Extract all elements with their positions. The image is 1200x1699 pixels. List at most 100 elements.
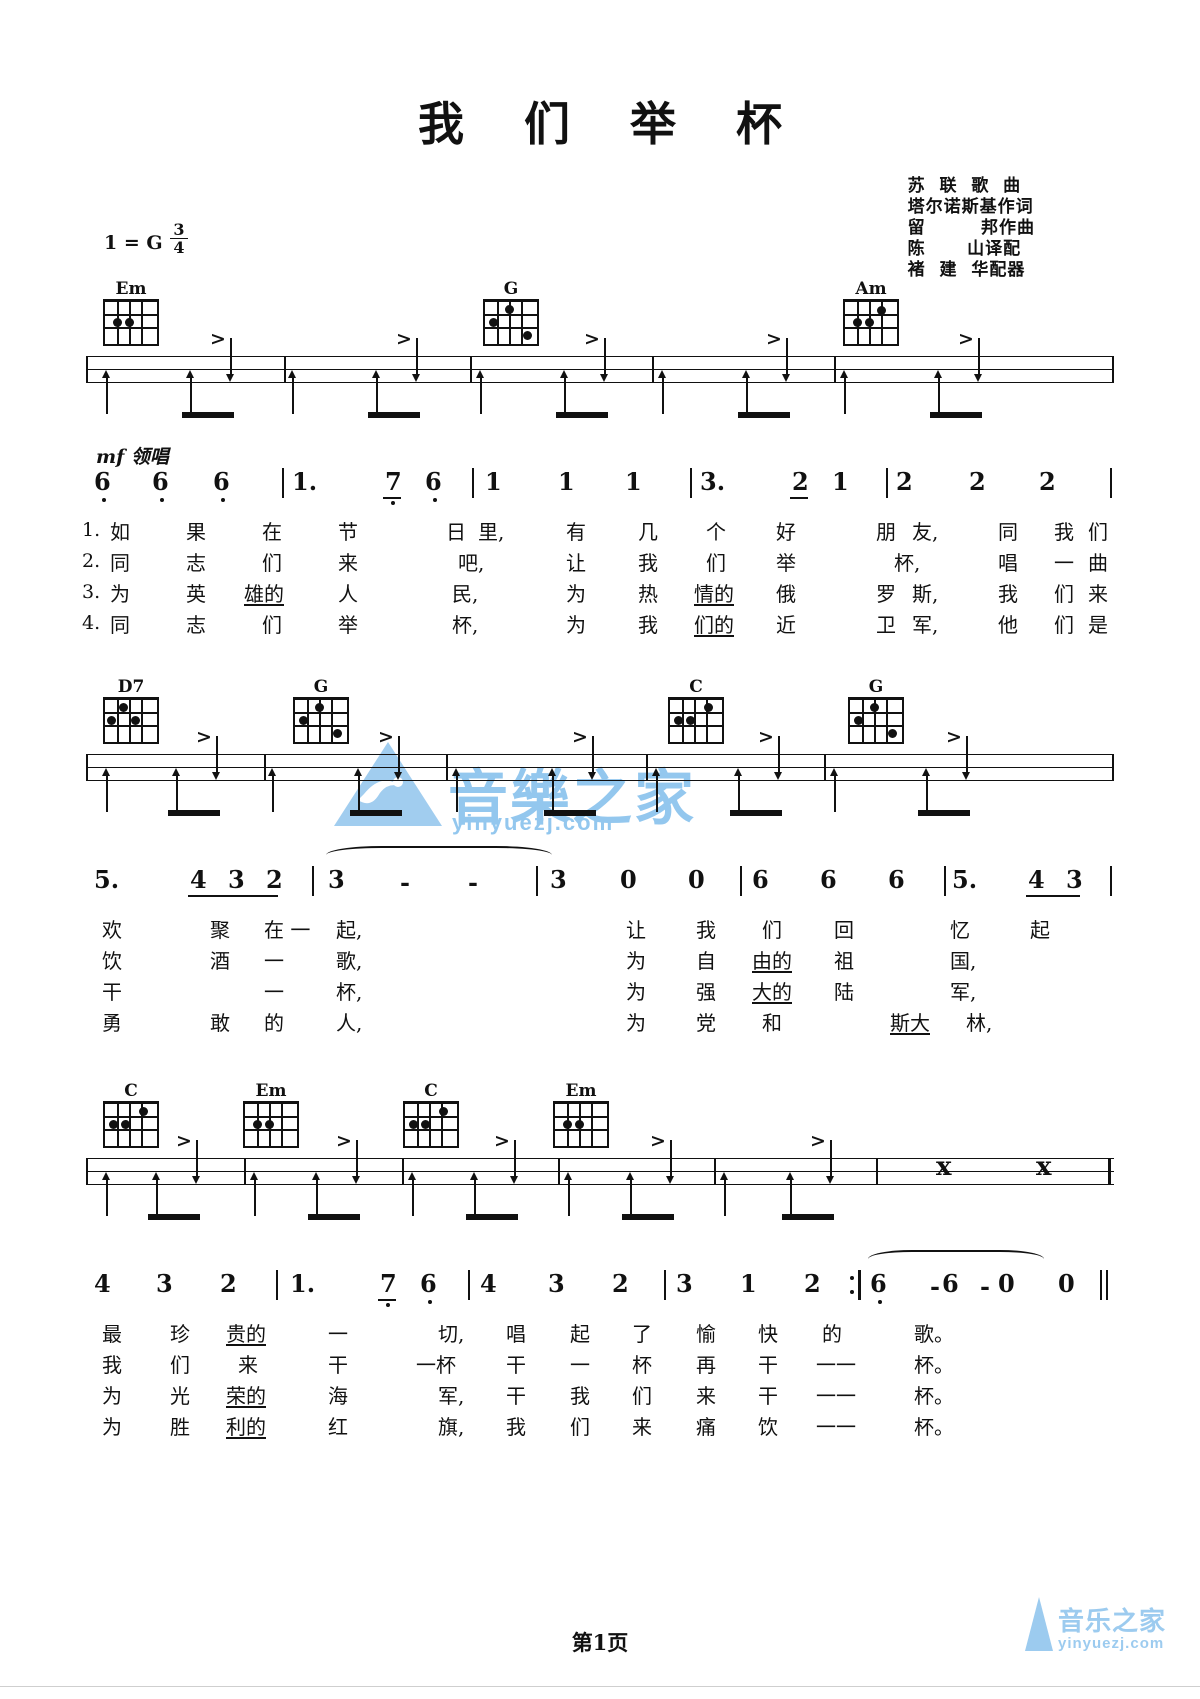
fretboard-grid	[103, 299, 159, 346]
jianpu-note: 4	[190, 865, 207, 894]
tab-staff-1: > > > > >	[86, 330, 1114, 418]
chord-label: G	[868, 677, 884, 697]
jianpu-note: 3	[1066, 865, 1083, 894]
chord-diagram-d7: D7	[100, 678, 162, 744]
lyric-line: 为 胜 利的 红 旗, 我 们 来 痛 饮 一一 杯。	[102, 1415, 954, 1439]
jianpu-row-3: 4 3 2 1. 7 6 4 3 2 3 1 2 6 - - 6 0 0	[86, 1250, 1114, 1307]
jianpu-row-1: 6 6 6 1. 7 6 1 1 1 3. 2 1 2 2 2	[86, 467, 1114, 505]
jianpu-note: 3	[550, 865, 567, 894]
jianpu-note: 2	[804, 1269, 821, 1298]
jianpu-note: 6	[820, 865, 837, 894]
chord-diagram-g: G	[845, 678, 907, 744]
jianpu-note: 6	[752, 865, 769, 894]
jianpu-note: 1	[832, 467, 849, 496]
chord-label: Em	[565, 1081, 597, 1101]
jianpu-note: 7	[385, 467, 402, 496]
jianpu-note: 4	[94, 1269, 111, 1298]
lyric-line: 1. 如 果 在 节 日 里, 有 几 个 好 朋 友, 同 我 们	[82, 519, 1108, 544]
chord-diagram-g: G	[290, 678, 352, 744]
jianpu-note: 4	[480, 1269, 497, 1298]
credit-line: 留 邦作曲	[907, 218, 1035, 238]
jianpu-note: 3	[548, 1269, 565, 1298]
credit-line: 塔尔诺斯基作词	[907, 197, 1034, 217]
fretboard-grid	[483, 299, 539, 346]
jianpu-note: 0	[620, 865, 637, 894]
jianpu-note: 6	[870, 1269, 887, 1298]
sheet-music-page: 我 们 举 杯 苏 联 歌 曲 塔尔诺斯基作词 留 邦作曲 陈 山译配 褚 建 …	[0, 0, 1200, 1699]
credit-line: 苏 联 歌 曲	[907, 176, 1022, 196]
chord-diagram-em: Em	[550, 1082, 612, 1148]
key-signature: 1 = G	[104, 232, 163, 254]
chord-diagram-em: Em	[240, 1082, 302, 1148]
fretboard-grid	[243, 1101, 299, 1148]
lyric-line: 2. 同 志 们 来 吧, 让 我 们 举 杯, 唱 一 曲	[82, 550, 1108, 575]
chord-label: C	[424, 1081, 438, 1101]
chord-label: C	[689, 677, 703, 697]
jianpu-note: 4	[1028, 865, 1045, 894]
meter-numerator: 3	[173, 220, 185, 239]
dynamic-marking: mf 领唱	[96, 446, 169, 468]
page-title: 我 们 举 杯	[417, 97, 805, 151]
fretboard-grid	[403, 1101, 459, 1148]
lyrics-block-2: 欢 聚 在 一 起, 让 我 们 回 忆 起 饮 酒 一 歌, 为 自 由的 祖…	[86, 914, 1114, 1038]
lyric-line: 最 珍 贵的 一 切, 唱 起 了 愉 快 的 歌。	[102, 1322, 954, 1346]
credit-line: 褚 建 华配器	[907, 260, 1026, 280]
lyric-line: 3. 为 英 雄的 人 民, 为 热 情的 俄 罗 斯, 我 们 来	[82, 581, 1108, 606]
jianpu-note: 2	[220, 1269, 237, 1298]
fretboard-grid	[553, 1101, 609, 1148]
verse-number: 3.	[82, 581, 101, 603]
credits-block: 苏 联 歌 曲 塔尔诺斯基作词 留 邦作曲 陈 山译配 褚 建 华配器	[908, 176, 1035, 281]
jianpu-note: 1.	[290, 1269, 316, 1298]
verse-number: 1.	[82, 519, 101, 541]
meter-denominator: 4	[173, 238, 185, 257]
lyric-line: 勇 敢 的 人, 为 党 和 斯大 林,	[102, 1011, 993, 1035]
lyric-line: 欢 聚 在 一 起, 让 我 们 回 忆 起	[102, 918, 1050, 942]
time-signature: 3 4	[168, 220, 190, 257]
chord-diagram-c: C	[100, 1082, 162, 1148]
chord-diagram-g: G	[480, 280, 542, 346]
jianpu-note: 2	[612, 1269, 629, 1298]
verse-number: 4.	[82, 612, 101, 634]
tab-staff-2: > > > > >	[86, 728, 1114, 816]
jianpu-note: 5.	[952, 865, 978, 894]
chord-label: G	[503, 279, 519, 299]
jianpu-note: 0	[688, 865, 705, 894]
lyric-line: 我 们 来 干 一杯 干 一 杯 再 干 一一 杯。	[102, 1353, 954, 1377]
lyric-line: 饮 酒 一 歌, 为 自 由的 祖 国,	[102, 949, 977, 973]
fretboard-grid	[103, 1101, 159, 1148]
jianpu-note: 6	[942, 1269, 959, 1298]
jianpu-note: 2	[266, 865, 283, 894]
jianpu-note: 6	[888, 865, 905, 894]
chord-diagram-am: Am	[840, 280, 902, 346]
jianpu-row-2: 5. 4 3 2 3 - - 3 0 0 6 6 6 5. 4 3	[86, 846, 1114, 902]
jianpu-note: 3	[328, 865, 345, 894]
jianpu-note: 2	[1039, 467, 1056, 496]
lyric-line: 为 光 荣的 海 军, 干 我 们 来 干 一一 杯。	[102, 1384, 954, 1408]
jianpu-note: 3	[676, 1269, 693, 1298]
jianpu-note: 1	[625, 467, 642, 496]
chord-label: G	[313, 677, 329, 697]
jianpu-note: 1	[558, 467, 575, 496]
chord-diagram-c: C	[665, 678, 727, 744]
lyrics-block-3: 最 珍 贵的 一 切, 唱 起 了 愉 快 的 歌。 我 们 来 干 一杯 干 …	[86, 1318, 1114, 1442]
jianpu-note: 3	[228, 865, 245, 894]
credit-line: 陈 山译配	[907, 239, 1022, 259]
fretboard-grid	[843, 299, 899, 346]
chord-label: C	[124, 1081, 138, 1101]
jianpu-note: 6	[425, 467, 442, 496]
jianpu-note: -	[980, 1272, 990, 1301]
jianpu-note: 2	[969, 467, 986, 496]
chord-diagram-c: C	[400, 1082, 462, 1148]
jianpu-note: -	[400, 868, 410, 897]
jianpu-note: 6	[213, 467, 230, 496]
fretboard-grid	[103, 697, 159, 744]
chord-diagram-em: Em	[100, 280, 162, 346]
jianpu-note: 6	[94, 467, 111, 496]
jianpu-note: 0	[998, 1269, 1015, 1298]
fretboard-grid	[668, 697, 724, 744]
chord-label: Em	[255, 1081, 287, 1101]
fretboard-grid	[848, 697, 904, 744]
jianpu-note: 2	[896, 467, 913, 496]
jianpu-note: 1	[740, 1269, 757, 1298]
jianpu-note: 1.	[292, 467, 318, 496]
